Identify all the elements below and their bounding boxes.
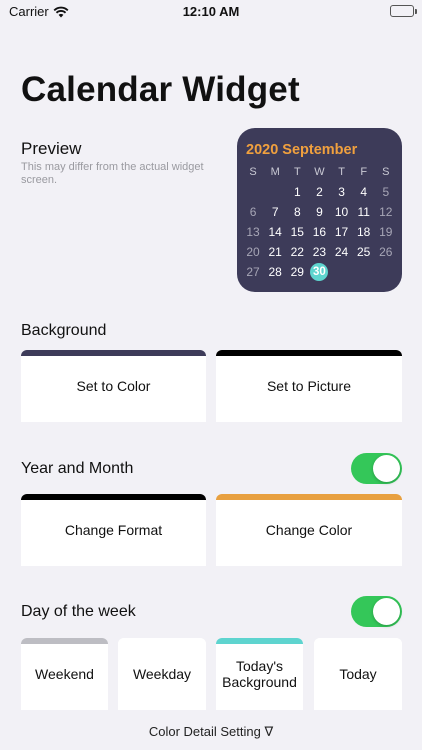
calendar-day: 20 (246, 245, 260, 259)
calendar-day: 5 (382, 185, 390, 199)
calendar-day: 8 (293, 205, 301, 219)
toggle-knob (373, 598, 400, 625)
change-format-button[interactable]: Change Format (21, 494, 206, 566)
calendar-day-empty (331, 262, 353, 282)
change-color-label: Change Color (265, 522, 353, 538)
todays-background-label: Today's Background (222, 658, 297, 690)
calendar-day: 2 (316, 185, 323, 199)
widget-month-title: 2020 September (246, 142, 358, 158)
change-color-button[interactable]: Change Color (216, 494, 402, 566)
calendar-day: 1 (293, 185, 301, 199)
clock-label: 12:10 AM (182, 4, 240, 19)
page-title: Calendar Widget (21, 70, 300, 109)
preview-description: This may differ from the actual widget s… (21, 161, 204, 186)
weekend-button[interactable]: Weekend (21, 638, 108, 710)
color-stripe (21, 350, 206, 356)
weekday-header: W (314, 166, 325, 178)
weekday-header: T (293, 166, 301, 178)
calendar-day: 25 (357, 245, 371, 259)
preview-title: Preview (21, 139, 82, 158)
battery-icon (390, 5, 417, 17)
calendar-day: 24 (334, 245, 349, 259)
color-stripe (216, 494, 402, 500)
today-button[interactable]: Today (314, 638, 402, 710)
color-stripe (118, 638, 206, 644)
calendar-day: 10 (334, 205, 349, 219)
background-section-label: Background (21, 322, 107, 339)
set-to-color-label: Set to Color (76, 378, 151, 394)
calendar-day: 15 (290, 225, 304, 239)
set-to-color-button[interactable]: Set to Color (21, 350, 206, 422)
color-stripe (314, 638, 402, 644)
calendar-day-empty (242, 182, 264, 202)
today-marker: 30 (310, 263, 329, 281)
status-bar: Carrier 12:10 AM (0, 0, 422, 24)
calendar-day: 28 (268, 265, 282, 279)
today-label: Today (339, 666, 377, 682)
calendar-day: 26 (379, 245, 393, 259)
color-stripe (216, 638, 303, 644)
calendar-day: 21 (268, 245, 282, 259)
calendar-day: 7 (271, 205, 279, 219)
color-stripe (21, 638, 108, 644)
calendar-day: 3 (338, 185, 345, 199)
calendar-day: 22 (290, 245, 304, 259)
weekday-header: M (270, 166, 280, 178)
calendar-day-today: 30 (308, 262, 330, 282)
calendar-widget-preview: 2020 September S M T W T F S 1 2 3 4 5 6 7 8 9 10 11 12 13 1… (237, 128, 402, 292)
change-format-label: Change Format (64, 522, 163, 538)
weekday-button[interactable]: Weekday (118, 638, 206, 710)
color-detail-setting-link[interactable]: Color Detail Setting ∇ (0, 724, 422, 740)
set-to-picture-button[interactable]: Set to Picture (216, 350, 402, 422)
calendar-day: 14 (268, 225, 282, 239)
calendar-day: 6 (249, 205, 257, 219)
year-month-toggle[interactable] (351, 453, 402, 484)
calendar-day: 18 (357, 225, 371, 239)
calendar-day: 12 (379, 205, 393, 219)
day-of-week-section-label: Day of the week (21, 603, 136, 620)
calendar-day-empty (353, 262, 375, 282)
calendar-day: 23 (312, 245, 327, 259)
weekend-label: Weekend (35, 666, 94, 682)
weekday-header: F (360, 166, 368, 178)
calendar-day: 19 (379, 225, 393, 239)
calendar-day: 13 (246, 225, 260, 239)
calendar-day-empty (264, 182, 286, 202)
calendar-day: 9 (316, 205, 323, 219)
weekday-header: S (382, 166, 390, 178)
calendar-day: 4 (360, 185, 368, 199)
calendar-grid: S M T W T F S 1 2 3 4 5 6 7 8 9 10 11 12 13 14 15 16 17 18 19 20 21… (242, 162, 397, 282)
year-month-section-label: Year and Month (21, 460, 134, 477)
toggle-knob (373, 455, 400, 482)
todays-background-button[interactable]: Today's Background (216, 638, 303, 710)
day-of-week-toggle[interactable] (351, 596, 402, 627)
calendar-day: 16 (312, 225, 327, 239)
calendar-day: 27 (246, 265, 260, 279)
calendar-day: 17 (334, 225, 349, 239)
weekday-header: T (338, 166, 345, 178)
set-to-picture-label: Set to Picture (266, 378, 352, 394)
weekday-header: S (249, 166, 257, 178)
calendar-day: 29 (290, 265, 304, 279)
color-stripe (216, 350, 402, 356)
color-stripe (21, 494, 206, 500)
weekday-label: Weekday (132, 666, 192, 682)
calendar-day-empty (375, 262, 397, 282)
calendar-day: 11 (357, 205, 370, 219)
